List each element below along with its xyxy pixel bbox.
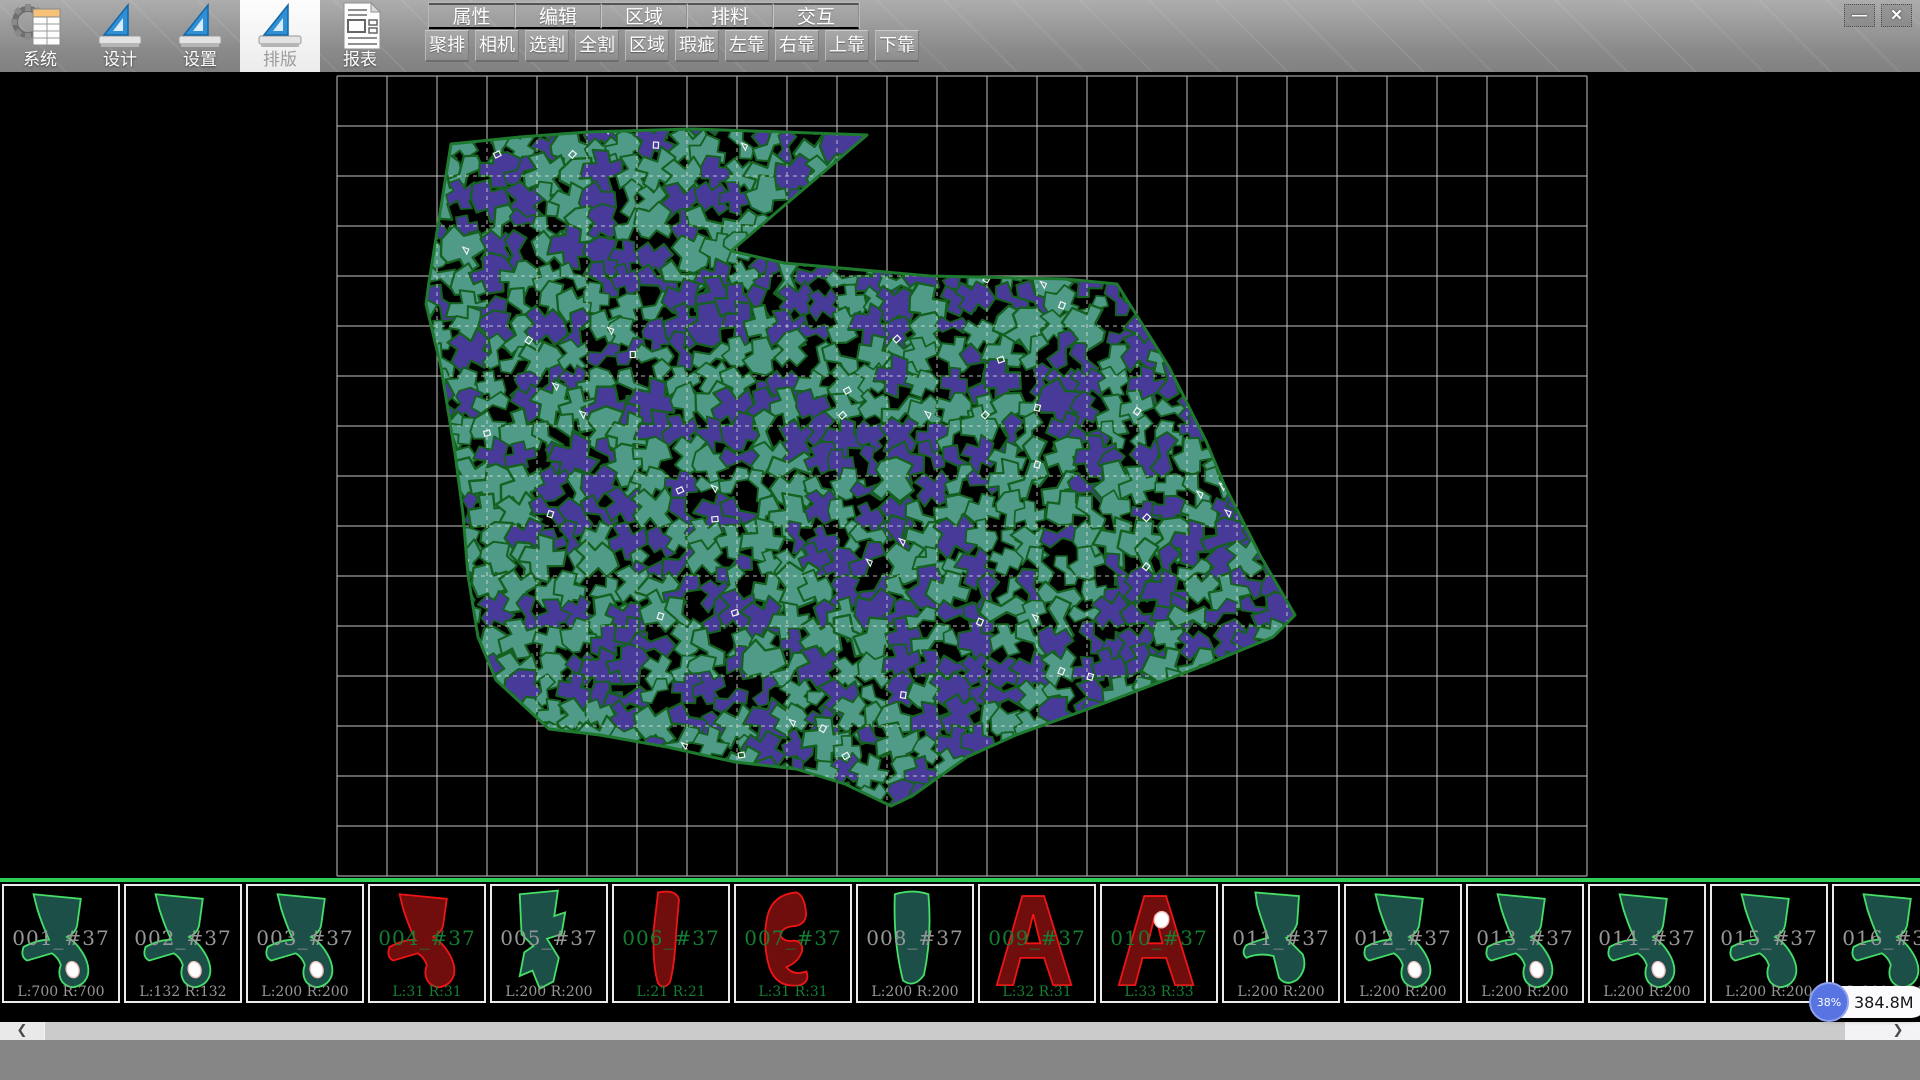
toolbar: 系统 设计 设置 排版 报表 属性编辑区域排料交互 聚排相机选割全割区域瑕疵左靠…: [0, 0, 1920, 72]
tool-button-1[interactable]: 相机: [475, 30, 519, 62]
tool-bar: 聚排相机选割全割区域瑕疵左靠右靠上靠下靠: [425, 30, 919, 62]
menu-item-1[interactable]: 编辑: [515, 3, 601, 29]
part-shape: [1347, 887, 1455, 996]
part-thumbnail-8[interactable]: 008_#37L:200 R:200: [856, 884, 974, 1003]
memory-badge: 38% 384.8M: [1812, 986, 1920, 1018]
part-thumbnail-15[interactable]: 015_#37L:200 R:200: [1710, 884, 1828, 1003]
close-button[interactable]: ✕: [1881, 4, 1912, 27]
part-thumbnail-3[interactable]: 003_#37L:200 R:200: [246, 884, 364, 1003]
tool-button-4[interactable]: 区域: [625, 30, 669, 62]
part-thumbnail-9[interactable]: 009_#37L:32 R:31: [978, 884, 1096, 1003]
part-shape: [1103, 887, 1211, 996]
part-shape: [5, 887, 113, 996]
part-shape: [1713, 887, 1821, 996]
nav-tab-label: 系统: [23, 50, 57, 70]
nav-tab-nesting[interactable]: 排版: [240, 0, 320, 72]
application-window: 系统 设计 设置 排版 报表 属性编辑区域排料交互 聚排相机选割全割区域瑕疵左靠…: [0, 0, 1920, 1080]
menu-item-3[interactable]: 排料: [687, 3, 773, 29]
part-thumbnail-12[interactable]: 012_#37L:200 R:200: [1344, 884, 1462, 1003]
part-shape: [249, 887, 357, 996]
menu-item-4[interactable]: 交互: [773, 3, 859, 29]
memory-percent: 38%: [1817, 996, 1841, 1009]
tool-button-9[interactable]: 下靠: [875, 30, 919, 62]
parts-strip: 001_#37L:700 R:700002_#37L:132 R:132003_…: [0, 882, 1920, 1004]
menu-bar: 属性编辑区域排料交互: [428, 2, 860, 30]
settings-icon: [172, 2, 228, 50]
report-icon: [334, 2, 386, 50]
part-thumbnail-11[interactable]: 011_#37L:200 R:200: [1222, 884, 1340, 1003]
menu-item-2[interactable]: 区域: [601, 3, 687, 29]
nesting-canvas[interactable]: [0, 72, 1920, 878]
part-shape: [371, 887, 479, 996]
nav-tab-label: 报表: [343, 50, 377, 70]
part-thumbnail-10[interactable]: 010_#37L:33 R:33: [1100, 884, 1218, 1003]
nav-tab-label: 排版: [263, 50, 297, 70]
nav-tab-settings[interactable]: 设置: [160, 0, 240, 72]
part-shape: [1469, 887, 1577, 996]
part-thumbnail-4[interactable]: 004_#37L:31 R:31: [368, 884, 486, 1003]
tool-button-0[interactable]: 聚排: [425, 30, 469, 62]
tool-button-7[interactable]: 右靠: [775, 30, 819, 62]
part-thumbnail-7[interactable]: 007_#37L:31 R:31: [734, 884, 852, 1003]
tool-button-5[interactable]: 瑕疵: [675, 30, 719, 62]
nav-tab-design[interactable]: 设计: [80, 0, 160, 72]
part-shape: [1835, 887, 1920, 996]
tool-button-3[interactable]: 全割: [575, 30, 619, 62]
part-shape: [981, 887, 1089, 996]
design-icon: [92, 2, 148, 50]
part-shape: [127, 887, 235, 996]
part-shape: [493, 887, 601, 996]
nav-tab-label: 设置: [183, 50, 217, 70]
part-shape: [1225, 887, 1333, 996]
part-thumbnail-13[interactable]: 013_#37L:200 R:200: [1466, 884, 1584, 1003]
part-thumbnail-6[interactable]: 006_#37L:21 R:21: [612, 884, 730, 1003]
scroll-right-arrow-icon[interactable]: ❯: [1876, 1022, 1920, 1040]
nav-tab-report[interactable]: 报表: [320, 0, 400, 72]
memory-size: 384.8M: [1854, 993, 1914, 1012]
tool-button-6[interactable]: 左靠: [725, 30, 769, 62]
part-thumbnail-2[interactable]: 002_#37L:132 R:132: [124, 884, 242, 1003]
memory-percent-badge: 38%: [1809, 982, 1849, 1022]
part-thumbnail-1[interactable]: 001_#37L:700 R:700: [2, 884, 120, 1003]
minimize-button[interactable]: —: [1844, 4, 1875, 27]
tool-button-8[interactable]: 上靠: [825, 30, 869, 62]
part-shape: [859, 887, 967, 996]
nesting-icon: [252, 2, 308, 50]
part-thumbnail-5[interactable]: 005_#37L:200 R:200: [490, 884, 608, 1003]
scroll-left-arrow-icon[interactable]: ❮: [0, 1022, 44, 1040]
tool-button-2[interactable]: 选割: [525, 30, 569, 62]
window-controls: — ✕: [1844, 4, 1912, 27]
nav-tabs: 系统 设计 设置 排版 报表: [0, 0, 400, 72]
part-shape: [615, 887, 723, 996]
nesting-drawing: [0, 72, 1920, 878]
scrollbar-thumb[interactable]: [45, 1022, 1845, 1040]
horizontal-scrollbar[interactable]: ❮ ❯: [0, 1022, 1920, 1040]
nav-tab-system[interactable]: 系统: [0, 0, 80, 72]
nav-tab-label: 设计: [103, 50, 137, 70]
part-shape: [1591, 887, 1699, 996]
part-shape: [737, 887, 845, 996]
part-thumbnail-14[interactable]: 014_#37L:200 R:200: [1588, 884, 1706, 1003]
status-bar: [0, 1040, 1920, 1080]
system-icon: [11, 2, 69, 50]
menu-item-0[interactable]: 属性: [429, 3, 515, 29]
